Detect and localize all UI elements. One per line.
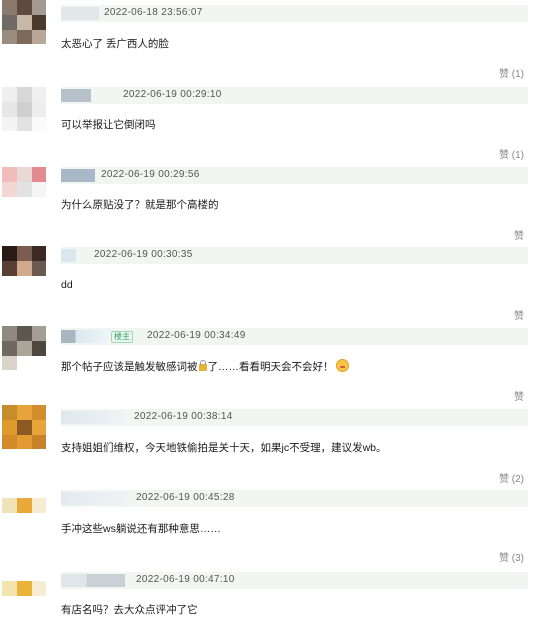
- comment-timestamp: 2022-06-19 00:45:28: [136, 492, 235, 503]
- avatar[interactable]: [2, 0, 46, 44]
- comment-text: 有店名吗？去大众点评冲了它: [61, 604, 198, 616]
- like-button[interactable]: 赞: [514, 307, 524, 322]
- comment-timestamp: 2022-06-19 00:34:49: [147, 330, 246, 341]
- like-button[interactable]: 赞 (3): [499, 549, 524, 564]
- like-button[interactable]: 赞: [514, 388, 524, 403]
- comment-timestamp: 2022-06-19 00:47:10: [136, 574, 235, 585]
- username-blurred[interactable]: [61, 330, 109, 343]
- comment-text: 可以举报让它倒闭吗: [61, 119, 156, 131]
- like-button[interactable]: 赞 (2): [499, 470, 524, 485]
- comment-meta: 2022-06-19 00:47:10: [61, 572, 528, 589]
- grimace-emoji-icon: [335, 359, 349, 372]
- comment-meta: 2022-06-19 00:30:35: [61, 247, 528, 264]
- like-button[interactable]: 赞 (1): [499, 146, 524, 161]
- username-blurred[interactable]: [61, 411, 125, 424]
- comment-timestamp: 2022-06-19 00:29:56: [101, 169, 200, 180]
- avatar[interactable]: [2, 490, 46, 534]
- comment-meta: 2022-06-19 00:29:10: [61, 87, 528, 104]
- comment-meta: 2022-06-19 00:29:56: [61, 167, 528, 184]
- comment-text-part: 了……看看明天会不会好！: [207, 361, 334, 373]
- avatar[interactable]: [2, 326, 46, 370]
- comment-text-part: 那个帖子应该是触发敏感词被: [61, 361, 198, 373]
- comment-meta: 楼主 2022-06-19 00:34:49: [61, 328, 528, 345]
- comment-meta: 2022-06-19 00:38:14: [61, 409, 528, 426]
- comment-timestamp: 2022-06-19 00:30:35: [94, 249, 193, 260]
- comment-text: 那个帖子应该是触发敏感词被 了……看看明天会不会好！: [61, 359, 349, 374]
- comment-meta: 2022-06-19 00:45:28: [61, 490, 528, 507]
- username-blurred[interactable]: [61, 249, 76, 262]
- like-button[interactable]: 赞 (1): [499, 65, 524, 80]
- comment-meta: 2022-06-18 23:56:07: [61, 5, 528, 22]
- like-button[interactable]: 赞: [514, 227, 524, 242]
- username-blurred[interactable]: [61, 574, 125, 587]
- comment-timestamp: 2022-06-18 23:56:07: [104, 7, 203, 18]
- avatar[interactable]: [2, 87, 46, 131]
- username-blurred[interactable]: [61, 89, 91, 102]
- comment-text: 为什么原贴没了？就是那个高楼的: [61, 199, 219, 211]
- comment-timestamp: 2022-06-19 00:38:14: [134, 411, 233, 422]
- username-blurred[interactable]: [61, 7, 99, 20]
- username-blurred[interactable]: [61, 492, 131, 505]
- lock-icon: [198, 360, 207, 371]
- comment-text: dd: [61, 279, 73, 291]
- username-blurred[interactable]: [61, 169, 95, 182]
- comment-timestamp: 2022-06-19 00:29:10: [123, 89, 222, 100]
- op-badge: 楼主: [111, 331, 133, 343]
- avatar[interactable]: [2, 405, 46, 449]
- comment-text: 手冲这些ws躺说还有那种意思……: [61, 523, 221, 535]
- avatar[interactable]: [2, 167, 46, 211]
- avatar[interactable]: [2, 246, 46, 290]
- comment-text: 太恶心了 丢广西人的脸: [61, 38, 169, 50]
- avatar[interactable]: [2, 573, 46, 617]
- comment-text: 支持姐姐们维权，今天地铁偷拍是关十天，如果jc不受理，建议发wb。: [61, 442, 387, 454]
